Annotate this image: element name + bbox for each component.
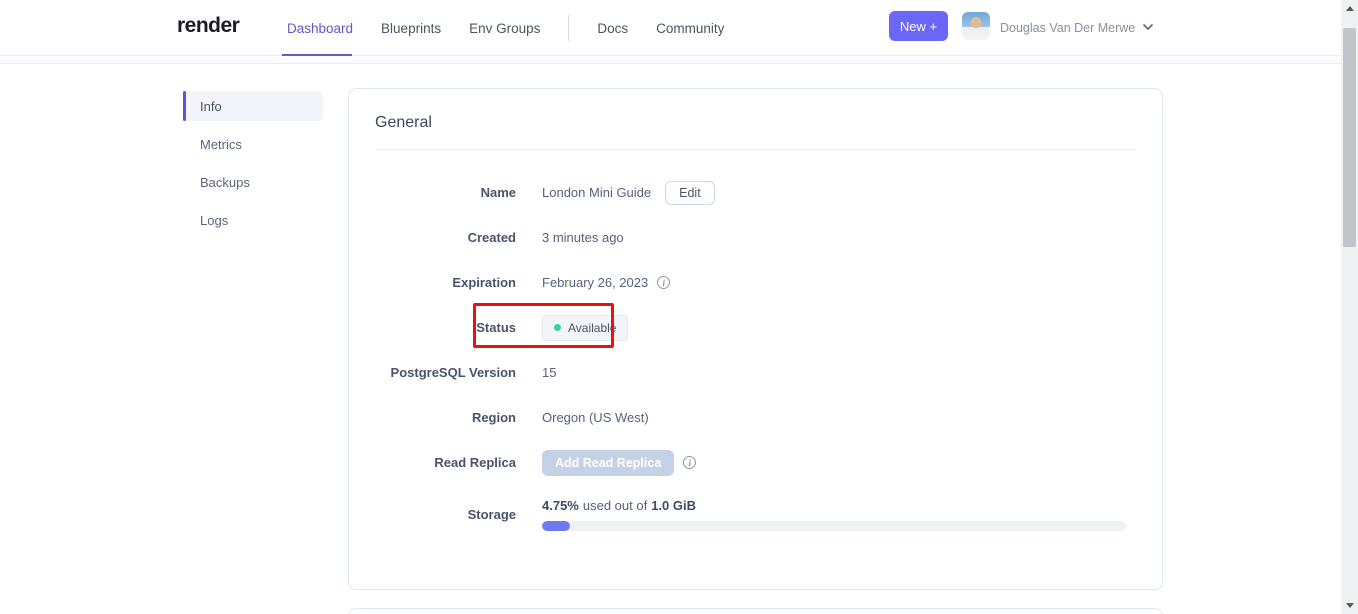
chevron-down-icon[interactable]: [1141, 20, 1157, 36]
info-icon[interactable]: i: [657, 276, 671, 289]
field-row-storage: Storage 4.75% used out of 1.0 GiB: [349, 485, 1162, 543]
storage-total: 1.0 GiB: [651, 497, 696, 513]
active-tab-underline: [282, 54, 352, 56]
next-card-edge: [348, 608, 1163, 614]
edit-button[interactable]: Edit: [665, 180, 715, 205]
region-label: Region: [471, 410, 516, 425]
storage-middle-text: used out of: [582, 497, 648, 513]
field-row-postgresql-version: PostgreSQL Version 15: [349, 350, 1162, 395]
field-row-read-replica: Read Replica Add Read Replica i: [349, 440, 1162, 485]
page: render Dashboard Blueprints Env Groups D…: [0, 0, 1358, 614]
user-avatar[interactable]: [962, 12, 990, 40]
storage-usage-text: 4.75% used out of 1.0 GiB: [542, 498, 1126, 513]
field-row-status: Status Available: [349, 305, 1162, 350]
version-value: 15: [542, 365, 557, 380]
subheader-strip: [0, 57, 1358, 64]
storage-label: Storage: [467, 506, 516, 522]
nav-community[interactable]: Community: [656, 21, 724, 36]
sidebar: Info Metrics Backups Logs: [183, 91, 323, 243]
card-title: General: [375, 114, 432, 131]
vertical-scrollbar[interactable]: [1341, 0, 1358, 614]
sidebar-item-logs[interactable]: Logs: [183, 205, 323, 235]
sidebar-item-info[interactable]: Info: [183, 91, 323, 121]
status-label: Status: [476, 320, 516, 335]
region-value: Oregon (US West): [542, 410, 649, 425]
read-replica-label: Read Replica: [434, 455, 516, 470]
render-logo[interactable]: render: [177, 14, 240, 38]
field-row-created: Created 3 minutes ago: [349, 215, 1162, 260]
status-badge: Available: [542, 314, 629, 341]
name-value: London Mini Guide: [542, 185, 652, 200]
info-icon[interactable]: i: [683, 456, 697, 469]
main-nav: Dashboard Blueprints Env Groups Docs Com…: [287, 0, 724, 56]
general-card: General Name London Mini Guide Edit Crea…: [348, 88, 1163, 590]
new-button[interactable]: New +: [889, 11, 948, 41]
storage-progress-fill: [542, 520, 570, 531]
name-label: Name: [480, 185, 516, 200]
sidebar-active-indicator: [183, 91, 186, 121]
sidebar-item-metrics[interactable]: Metrics: [183, 129, 323, 159]
created-value: 3 minutes ago: [542, 230, 624, 245]
nav-divider: [568, 15, 570, 41]
scrollbar-thumb[interactable]: [1343, 28, 1356, 247]
user-name[interactable]: Douglas Van Der Merwe: [1000, 0, 1135, 56]
status-badge-text: Available: [568, 320, 617, 335]
add-read-replica-button[interactable]: Add Read Replica: [542, 449, 675, 476]
top-header: render Dashboard Blueprints Env Groups D…: [0, 0, 1358, 56]
nav-env-groups[interactable]: Env Groups: [469, 21, 540, 36]
field-rows: Name London Mini Guide Edit Created 3 mi…: [349, 170, 1162, 543]
field-row-name: Name London Mini Guide Edit: [349, 170, 1162, 215]
scroll-down-arrow-icon[interactable]: [1341, 597, 1358, 614]
nav-docs[interactable]: Docs: [597, 21, 628, 36]
created-label: Created: [467, 230, 516, 245]
expiration-label: Expiration: [452, 275, 516, 290]
field-row-expiration: Expiration February 26, 2023 i: [349, 260, 1162, 305]
scroll-up-arrow-icon[interactable]: [1341, 0, 1358, 17]
version-label: PostgreSQL Version: [390, 365, 516, 380]
nav-blueprints[interactable]: Blueprints: [381, 21, 441, 36]
card-divider: [375, 149, 1136, 150]
status-dot-icon: [554, 324, 561, 331]
storage-used-percent: 4.75%: [542, 497, 579, 513]
storage-progress-track: [542, 520, 1126, 531]
sidebar-item-backups[interactable]: Backups: [183, 167, 323, 197]
expiration-value: February 26, 2023: [542, 275, 649, 290]
nav-dashboard[interactable]: Dashboard: [287, 21, 353, 36]
field-row-region: Region Oregon (US West): [349, 395, 1162, 440]
